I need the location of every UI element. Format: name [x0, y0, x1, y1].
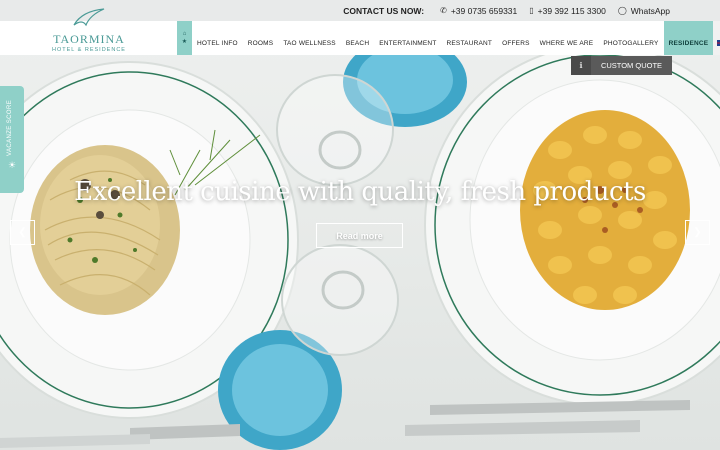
- logo[interactable]: TAORMINA HOTEL & RESIDENCE: [52, 8, 126, 55]
- whatsapp-icon: ◯: [617, 6, 627, 15]
- logo-swirl-icon: [73, 8, 105, 27]
- home-icon: ⌂: [182, 31, 187, 37]
- main-menu: ⌂ ★ HOTEL INFO ROOMS TAO WELLNESS BEACH …: [177, 21, 720, 55]
- nav-where-we-are[interactable]: WHERE WE ARE: [535, 31, 599, 55]
- info-icon: ℹ: [571, 56, 591, 75]
- read-more-button[interactable]: Read more: [316, 223, 403, 248]
- star-icon: ★: [181, 39, 188, 45]
- custom-quote-label: CUSTOM QUOTE: [600, 61, 663, 70]
- contact-bar: CONTACT US NOW: ✆ +39 0735 659331 ▯ +39 …: [0, 0, 720, 21]
- nav-beach[interactable]: BEACH: [341, 31, 374, 55]
- logo-name: TAORMINA: [53, 31, 125, 46]
- main-navbar: TAORMINA HOTEL & RESIDENCE ⌂ ★ HOTEL INF…: [0, 8, 720, 55]
- nav-entertainment[interactable]: ENTERTAINMENT: [374, 31, 441, 55]
- phone-icon: ✆: [440, 6, 447, 15]
- hero-headline: Excellent cuisine with quality, fresh pr…: [74, 177, 646, 207]
- logo-subtitle: HOTEL & RESIDENCE: [52, 46, 126, 53]
- nav-rooms[interactable]: ROOMS: [243, 31, 279, 55]
- home-button[interactable]: ⌂ ★: [177, 21, 192, 55]
- phone-number: +39 0735 659331: [450, 5, 518, 16]
- nav-offers[interactable]: OFFERS: [497, 31, 535, 55]
- language-selector[interactable]: ▾: [713, 21, 720, 55]
- nav-photogallery[interactable]: PHOTOGALLERY: [598, 31, 663, 55]
- chevron-right-icon: ❯: [693, 227, 702, 238]
- sun-icon: ☀: [8, 160, 17, 170]
- vacanze-score-label: VACANZE SCORE: [7, 99, 13, 156]
- phone-link[interactable]: ✆ +39 0735 659331: [440, 6, 517, 16]
- chevron-left-icon: ❮: [18, 227, 27, 238]
- mobile-icon: ▯: [529, 6, 534, 15]
- contact-label: CONTACT US NOW:: [343, 5, 425, 16]
- custom-quote-button[interactable]: ℹ CUSTOM QUOTE: [571, 56, 672, 75]
- nav-hotel-info[interactable]: HOTEL INFO: [192, 31, 243, 55]
- whatsapp-label: WhatsApp: [630, 5, 670, 16]
- nav-tao-wellness[interactable]: TAO WELLNESS: [278, 31, 341, 55]
- slider-next-button[interactable]: ❯: [685, 220, 710, 245]
- mobile-link[interactable]: ▯ +39 392 115 3300: [529, 6, 606, 16]
- slider-prev-button[interactable]: ❮: [10, 220, 35, 245]
- nav-restaurant[interactable]: RESTAURANT: [442, 31, 498, 55]
- mobile-number: +39 392 115 3300: [537, 5, 606, 16]
- nav-residence[interactable]: RESIDENCE: [663, 21, 714, 55]
- whatsapp-link[interactable]: ◯ WhatsApp: [618, 6, 670, 16]
